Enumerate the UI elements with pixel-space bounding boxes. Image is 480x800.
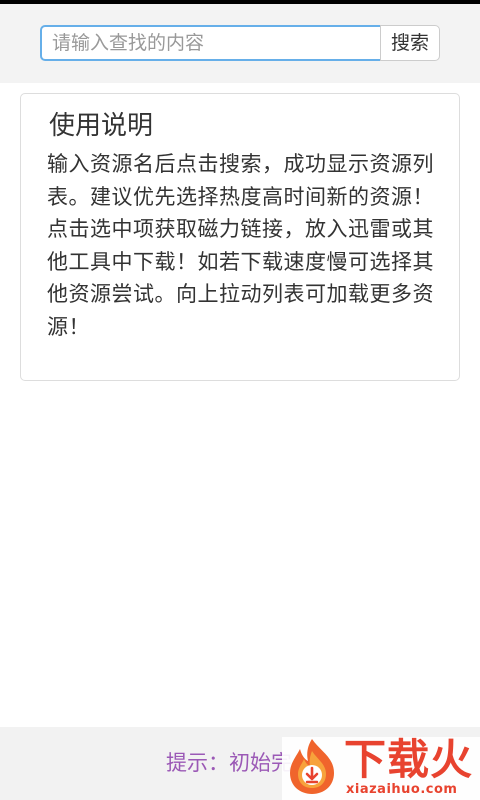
watermark-logo: 下载火 xiazaihuo.com bbox=[282, 737, 480, 800]
search-input[interactable] bbox=[40, 25, 380, 61]
instructions-panel: 使用说明 输入资源名后点击搜索，成功显示资源列表。建议优先选择热度高时间新的资源… bbox=[20, 93, 460, 381]
panel-title: 使用说明 bbox=[49, 111, 154, 141]
watermark-title: 下载火 bbox=[344, 735, 474, 784]
search-bar: 搜索 bbox=[0, 4, 480, 83]
watermark-domain: xiazaihuo.com bbox=[346, 782, 458, 797]
search-button[interactable]: 搜索 bbox=[380, 25, 440, 61]
flame-download-icon bbox=[290, 739, 334, 794]
panel-body: 输入资源名后点击搜索，成功显示资源列表。建议优先选择热度高时间新的资源！点击选中… bbox=[47, 152, 434, 339]
footer-tip: 提示：初始完 bbox=[166, 751, 292, 775]
